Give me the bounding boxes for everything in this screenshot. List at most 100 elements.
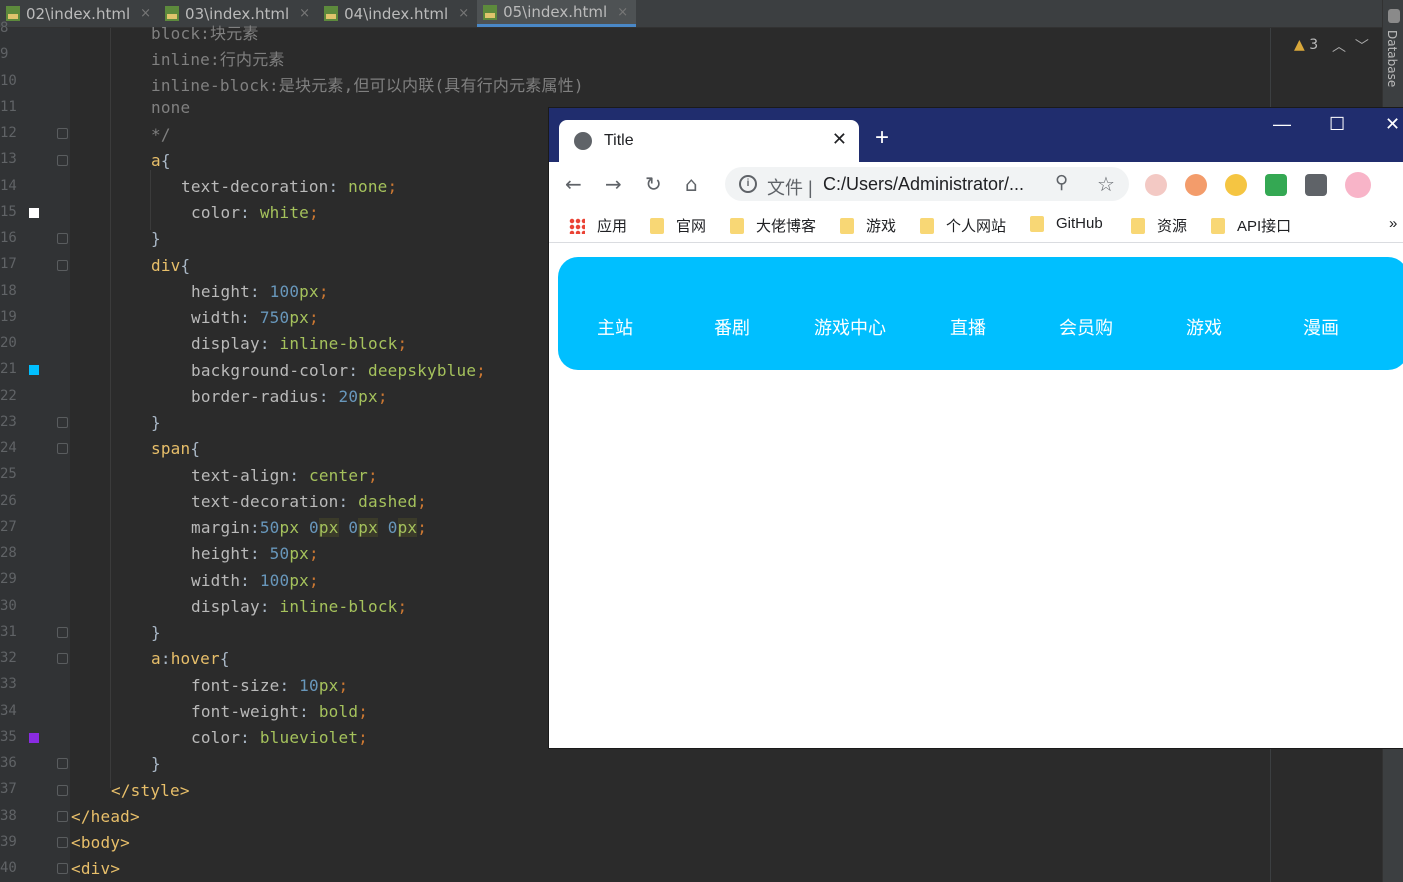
nav-link-main[interactable]: 主站	[565, 314, 665, 340]
fold-marker[interactable]	[57, 627, 68, 638]
bookmark-apps[interactable]: 应用	[569, 215, 627, 236]
extension-color-icon[interactable]	[1265, 174, 1287, 196]
nav-link-anime[interactable]: 番剧	[682, 314, 782, 340]
html-file-icon	[6, 6, 20, 21]
editor-tab-04[interactable]: 04\index.html ×	[318, 0, 477, 27]
browser-tab-title: Title	[604, 132, 634, 149]
fold-marker[interactable]	[57, 653, 68, 664]
line-number: 36	[0, 755, 17, 771]
problem-nav[interactable]: ︿ ﹀	[1332, 36, 1369, 56]
star-icon[interactable]: ☆	[1097, 172, 1115, 197]
fold-marker[interactable]	[57, 128, 68, 139]
fold-marker[interactable]	[57, 443, 68, 454]
fold-marker[interactable]	[57, 785, 68, 796]
apps-grid-icon	[569, 217, 585, 234]
new-tab-button[interactable]: +	[875, 124, 889, 152]
home-icon[interactable]: ⌂	[685, 172, 698, 196]
zoom-icon[interactable]: ⚲	[1055, 172, 1068, 193]
line-number: 26	[0, 492, 17, 509]
line-number: 30	[0, 597, 17, 614]
color-swatch-deepskyblue[interactable]	[29, 365, 39, 375]
reload-icon[interactable]: ↻	[645, 172, 662, 196]
code-line-32: a:hover{	[151, 649, 230, 668]
bookmark-games[interactable]: 游戏	[840, 215, 896, 236]
line-number: 16	[0, 230, 17, 246]
fold-marker[interactable]	[57, 233, 68, 244]
warning-indicator[interactable]: ▲ 3	[1294, 37, 1318, 53]
extension-bowl-icon[interactable]	[1225, 174, 1247, 196]
color-swatch-blueviolet[interactable]	[29, 733, 39, 743]
fold-marker[interactable]	[57, 758, 68, 769]
close-icon[interactable]: ×	[458, 6, 469, 21]
bookmark-personal-site[interactable]: 个人网站	[920, 215, 1006, 236]
database-icon[interactable]	[1388, 9, 1400, 23]
folder-icon	[730, 217, 744, 234]
folder-icon	[1211, 217, 1225, 234]
bookmarks-overflow-button[interactable]: »	[1389, 215, 1397, 232]
code-line-34: font-weight: bold;	[191, 702, 369, 721]
code-line-40: <div>	[71, 859, 121, 878]
extension-infinity-icon[interactable]	[1145, 174, 1167, 196]
chevron-down-icon[interactable]: ﹀	[1355, 39, 1369, 55]
fold-marker[interactable]	[57, 863, 68, 874]
close-icon[interactable]: ×	[299, 6, 310, 21]
address-url[interactable]: C:/Users/Administrator/...	[823, 174, 1024, 195]
window-close-button[interactable]: ✕	[1385, 114, 1400, 135]
code-line-21: background-color: deepskyblue;	[191, 361, 487, 380]
folder-icon	[840, 217, 854, 234]
close-icon[interactable]: ×	[617, 5, 628, 20]
back-arrow-icon[interactable]: ←	[565, 172, 582, 196]
color-swatch-white[interactable]	[29, 208, 39, 218]
bookmark-label: API接口	[1237, 218, 1292, 235]
fold-marker[interactable]	[57, 155, 68, 166]
bookmarks-bar: 应用 官网 大佬博客 游戏 个人网站 GitHub 资源 API接口 »	[549, 206, 1403, 243]
fold-marker[interactable]	[57, 837, 68, 848]
nav-link-manga[interactable]: 漫画	[1271, 314, 1371, 340]
fold-marker[interactable]	[57, 811, 68, 822]
browser-tab[interactable]: Title ✕	[559, 120, 859, 162]
code-line-26: text-decoration: dashed;	[191, 492, 428, 511]
nav-link-games[interactable]: 游戏	[1154, 314, 1254, 340]
line-number: 27	[0, 518, 17, 535]
nav-link-vip-shop[interactable]: 会员购	[1036, 314, 1136, 340]
profile-avatar[interactable]	[1345, 172, 1371, 198]
fold-marker[interactable]	[57, 260, 68, 271]
maximize-button[interactable]: ☐	[1329, 114, 1345, 135]
chevron-up-icon[interactable]: ︿	[1332, 39, 1346, 55]
fold-marker[interactable]	[57, 417, 68, 428]
nav-link-game-center[interactable]: 游戏中心	[800, 314, 900, 340]
line-number: 14	[0, 177, 17, 194]
warning-icon: ▲	[1294, 37, 1305, 53]
indent-guide	[110, 28, 111, 788]
bookmark-official[interactable]: 官网	[650, 215, 706, 236]
bookmark-blogs[interactable]: 大佬博客	[730, 215, 816, 236]
forward-arrow-icon[interactable]: →	[605, 172, 622, 196]
extension-brush-icon[interactable]	[1185, 174, 1207, 196]
code-line-25: text-align: center;	[191, 466, 378, 485]
code-line-31: }	[151, 623, 161, 642]
bookmark-resources[interactable]: 资源	[1131, 215, 1187, 236]
bookmark-github[interactable]: GitHub	[1030, 215, 1103, 232]
code-line-18: height: 100px;	[191, 282, 329, 301]
address-bar[interactable]: i 文件 | C:/Users/Administrator/... ⚲ ☆	[725, 167, 1129, 201]
line-number: 8	[0, 20, 9, 36]
close-icon[interactable]: ✕	[832, 129, 847, 150]
editor-tab-label: 04\index.html	[344, 4, 449, 23]
info-icon[interactable]: i	[739, 175, 757, 193]
line-number: 17	[0, 256, 17, 273]
database-panel-label[interactable]: Database	[1385, 30, 1399, 87]
browser-titlebar: Title ✕ + — ☐ ✕	[549, 108, 1403, 162]
editor-tab-05[interactable]: 05\index.html ×	[477, 0, 637, 27]
line-number: 40	[0, 860, 17, 876]
close-icon[interactable]: ×	[140, 6, 151, 21]
bookmark-api[interactable]: API接口	[1211, 215, 1291, 236]
code-line-19: width: 750px;	[191, 308, 319, 327]
line-number: 33	[0, 676, 17, 693]
html-file-icon	[483, 4, 498, 20]
minimize-button[interactable]: —	[1273, 114, 1291, 135]
extensions-puzzle-icon[interactable]	[1305, 174, 1327, 196]
code-line-8: block:块元素	[151, 24, 259, 43]
nav-link-live[interactable]: 直播	[918, 314, 1018, 340]
editor-tab-02[interactable]: 02\index.html ×	[0, 0, 159, 27]
line-number: 10	[0, 72, 17, 89]
